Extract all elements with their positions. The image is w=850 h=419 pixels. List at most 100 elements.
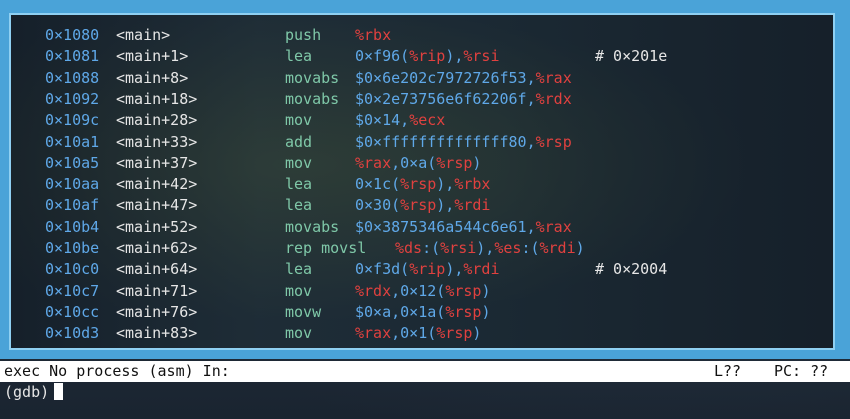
register-token: %rsp (445, 281, 482, 300)
asm-mnemonic: movw (285, 302, 322, 321)
asm-symbol: <main+71> (116, 281, 198, 300)
asm-address: 0×10cc (45, 302, 100, 321)
operand-token: $0×2e73756e6f62206f, (355, 89, 536, 108)
asm-mnemonic: push (285, 26, 322, 44)
operand-token: ) (481, 302, 491, 321)
operand-token: $0×a,0×1a( (355, 302, 446, 321)
status-process: exec No process (asm) In: (4, 362, 230, 380)
asm-operands: $0×ffffffffffffff80,%rsp (355, 132, 572, 153)
asm-mnemonic: lea (285, 47, 313, 66)
asm-mnemonic: lea (285, 196, 313, 215)
operand-token: $0×14, (355, 111, 410, 130)
asm-symbol: <main+28> (116, 111, 198, 130)
asm-line: 0×10aa <main+42> lea 0×1c(%rsp),%rbx (11, 174, 831, 195)
register-token: %rsi (440, 239, 477, 257)
asm-symbol: <main+83> (116, 324, 198, 343)
gdb-command-line[interactable]: (gdb) (4, 382, 64, 403)
asm-address: 0×1088 (45, 68, 100, 87)
register-token: %rax (355, 324, 392, 343)
register-token: %rsp (436, 153, 473, 172)
asm-symbol: <main+37> (116, 153, 198, 172)
asm-mnemonic: lea (285, 260, 313, 279)
asm-address: 0×1092 (45, 89, 100, 108)
register-token: %rax (535, 68, 572, 87)
operand-token: ) (575, 239, 585, 257)
operand-token: ), (445, 47, 464, 66)
asm-line: 0×10c0 <main+64> lea 0×f3d(%rip),%rdi # 0×20… (11, 259, 831, 280)
tui-status-bar: exec No process (asm) In: L?? PC: ?? (0, 361, 850, 382)
register-token: %rip (409, 260, 446, 279)
asm-address: 0×10b4 (45, 217, 100, 236)
register-token: %rsp (535, 132, 572, 151)
operand-token: ,0×1( (391, 324, 437, 343)
asm-operands: %rax,0×a(%rsp) (355, 153, 481, 174)
register-token: %rsp (400, 196, 437, 215)
asm-listing[interactable]: 0×1080 <main> push %rbx 0×1081 <main+1> lea 0×f… (9, 13, 835, 350)
asm-comment: # 0×201e (595, 47, 668, 66)
asm-mnemonic: mov (285, 153, 313, 172)
register-token: %rbx (355, 26, 392, 44)
asm-address: 0×10a5 (45, 153, 100, 172)
operand-token: ,0×12( (391, 281, 446, 300)
operand-token: 0×30( (355, 196, 401, 215)
operand-token: ), (476, 239, 495, 257)
register-token: %rbx (454, 175, 491, 194)
asm-line: 0×10a5 <main+37> mov %rax,0×a(%rsp) (11, 153, 831, 174)
asm-mnemonic: mov (285, 281, 313, 300)
asm-operands: $0×a,0×1a(%rsp) (355, 302, 490, 323)
register-token: %rip (409, 47, 446, 66)
asm-line: 0×10d3 <main+83> mov %rax,0×1(%rsp) (11, 323, 831, 344)
operand-token: ) (472, 153, 482, 172)
asm-mnemonic: movabs (285, 68, 340, 87)
operand-token: $0×6e202c7972726f53, (355, 68, 536, 87)
operand-token: ,0×a( (391, 153, 437, 172)
asm-operands: $0×2e73756e6f62206f,%rdx (355, 89, 572, 110)
asm-address: 0×10a1 (45, 132, 100, 151)
operand-token: ), (436, 175, 455, 194)
asm-operands: %rax,0×1(%rsp) (355, 323, 481, 344)
operand-token: 0×f96( (355, 47, 410, 66)
register-token: %ds (395, 239, 423, 257)
asm-mnemonic: mov (285, 111, 313, 130)
asm-symbol: <main+18> (116, 89, 198, 108)
asm-line: 0×1081 <main+1> lea 0×f96(%rip),%rsi # 0×201… (11, 46, 831, 67)
asm-symbol: <main+62> (116, 239, 198, 257)
operand-token: 0×1c( (355, 175, 401, 194)
asm-line: 0×10be <main+62> rep movsl %ds:(%rsi),%es:(… (11, 238, 831, 259)
asm-line: 0×109c <main+28> mov $0×14,%ecx (11, 110, 831, 131)
asm-line: 0×1080 <main> push %rbx (11, 25, 831, 46)
register-token: %rdi (454, 196, 491, 215)
asm-operands: %rdx,0×12(%rsp) (355, 281, 490, 302)
asm-address: 0×1081 (45, 47, 100, 66)
asm-address: 0×10c0 (45, 260, 100, 279)
asm-symbol: <main> (116, 26, 171, 44)
asm-comment: # 0×2004 (595, 260, 668, 279)
operand-token: :( (521, 239, 540, 257)
asm-line: 0×1092 <main+18> movabs $0×2e73756e6f62206f… (11, 89, 831, 110)
asm-symbol: <main+1> (116, 47, 189, 66)
status-program-counter: PC: ?? (774, 362, 829, 380)
asm-address: 0×10af (45, 196, 100, 215)
asm-line: 0×10a1 <main+33> add $0×ffffffffffffff80,%r… (11, 132, 831, 153)
asm-symbol: <main+33> (116, 132, 198, 151)
asm-operands: $0×3875346a544c6e61,%rax (355, 217, 572, 238)
asm-address: 0×10c7 (45, 281, 100, 300)
operand-token: $0×3875346a544c6e61, (355, 217, 536, 236)
asm-line: 0×10b4 <main+52> movabs $0×3875346a544c6e61… (11, 217, 831, 238)
asm-address: 0×1080 (45, 26, 100, 44)
asm-mnemonic: movabs (285, 89, 340, 108)
asm-mnemonic: lea (285, 175, 313, 194)
asm-mnemonic: movabs (285, 217, 340, 236)
register-token: %ecx (409, 111, 446, 130)
operand-token: 0×f3d( (355, 260, 410, 279)
asm-operands: 0×30(%rsp),%rdi (355, 195, 490, 216)
operand-token: ) (481, 281, 491, 300)
register-token: %rsi (463, 47, 500, 66)
register-token: %rdx (535, 89, 572, 108)
asm-symbol: <main+52> (116, 217, 198, 236)
register-token: %rdi (463, 260, 500, 279)
asm-mnemonic: rep movsl (285, 239, 367, 257)
operand-token: $0×ffffffffffffff80, (355, 132, 536, 151)
operand-token: ), (445, 260, 464, 279)
register-token: %rax (355, 153, 392, 172)
